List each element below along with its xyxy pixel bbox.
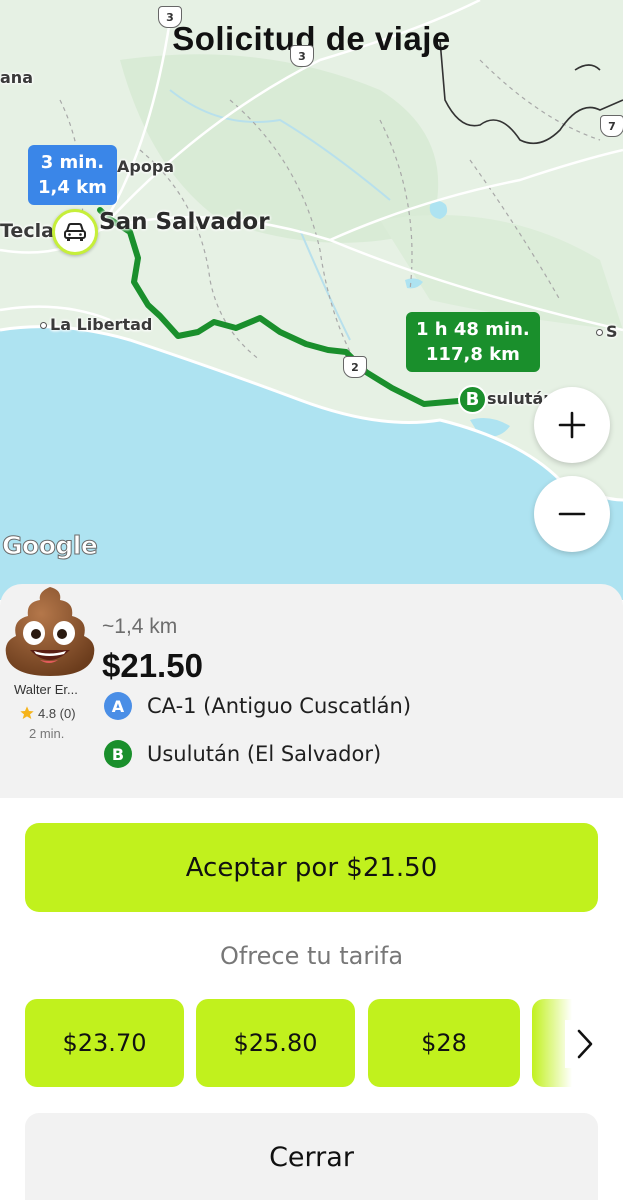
trip-distance: ~1,4 km [102,615,178,638]
driver-eta: 2 min. [29,726,65,741]
trip-info-panel: Walter Er... 4.8 (0) 2 min. ~1,4 km $21.… [0,584,623,798]
fare-option-button[interactable]: $28 [368,999,520,1087]
driver-rating: 4.8 (0) [19,705,76,721]
chevron-right-icon [577,1029,593,1059]
map-background [0,0,623,600]
driver-rating-value: 4.8 (0) [38,705,76,721]
plus-icon [558,411,586,439]
driver-name: Walter Er... [14,682,78,697]
pickup-eta-time: 3 min. [40,152,105,173]
route-shield-3: 3 [158,6,182,28]
car-icon [64,223,86,241]
fare-option-button[interactable]: $25.80 [196,999,355,1087]
pickup-stop: A CA-1 (Antiguo Cuscatlán) [104,692,411,720]
map-label-san-salvador: San Salvador [99,209,270,235]
destination-eta-bubble: 1 h 48 min. 117,8 km [406,312,540,372]
destination-eta-distance: 117,8 km [425,344,520,365]
destination-marker: B [458,385,487,414]
pickup-address: CA-1 (Antiguo Cuscatlán) [147,694,412,718]
map-label-s: S [596,322,618,341]
pickup-eta-distance: 1,4 km [38,177,107,198]
pickup-eta-bubble: 3 min. 1,4 km [28,145,117,205]
star-icon [20,706,34,719]
driver-car-marker [52,209,98,255]
next-fares-button[interactable] [565,1020,605,1068]
map-label-tecla: Tecla [0,220,54,242]
dropoff-pin-icon: B [104,740,132,768]
accept-button[interactable]: Aceptar por $21.50 [25,823,598,912]
destination-eta-time: 1 h 48 min. [416,319,530,340]
map-label-la-libertad: La Libertad [40,315,152,334]
map-label-apopa: Apopa [117,157,175,176]
google-logo: Google [1,531,98,561]
poop-emoji-icon [5,587,95,676]
route-shield-2: 2 [343,356,367,378]
route-shield-3: 3 [290,45,314,67]
pickup-pin-icon: A [104,692,132,720]
fare-option-button[interactable]: $23.70 [25,999,184,1087]
dropoff-stop: B Usulután (El Salvador) [104,740,381,768]
zoom-out-button[interactable] [534,476,610,552]
offer-fare-label: Ofrece tu tarifa [219,942,404,970]
minus-icon [558,512,586,516]
trip-price: $21.50 [102,647,203,684]
map-view[interactable]: Solicitud de viaje 3 3 2 7 ana Apopa Tec… [0,0,623,600]
map-label-ana: ana [0,68,33,87]
dropoff-address: Usulután (El Salvador) [147,742,382,766]
route-shield-7: 7 [600,115,623,137]
zoom-in-button[interactable] [534,387,610,463]
close-button[interactable]: Cerrar [25,1113,598,1200]
